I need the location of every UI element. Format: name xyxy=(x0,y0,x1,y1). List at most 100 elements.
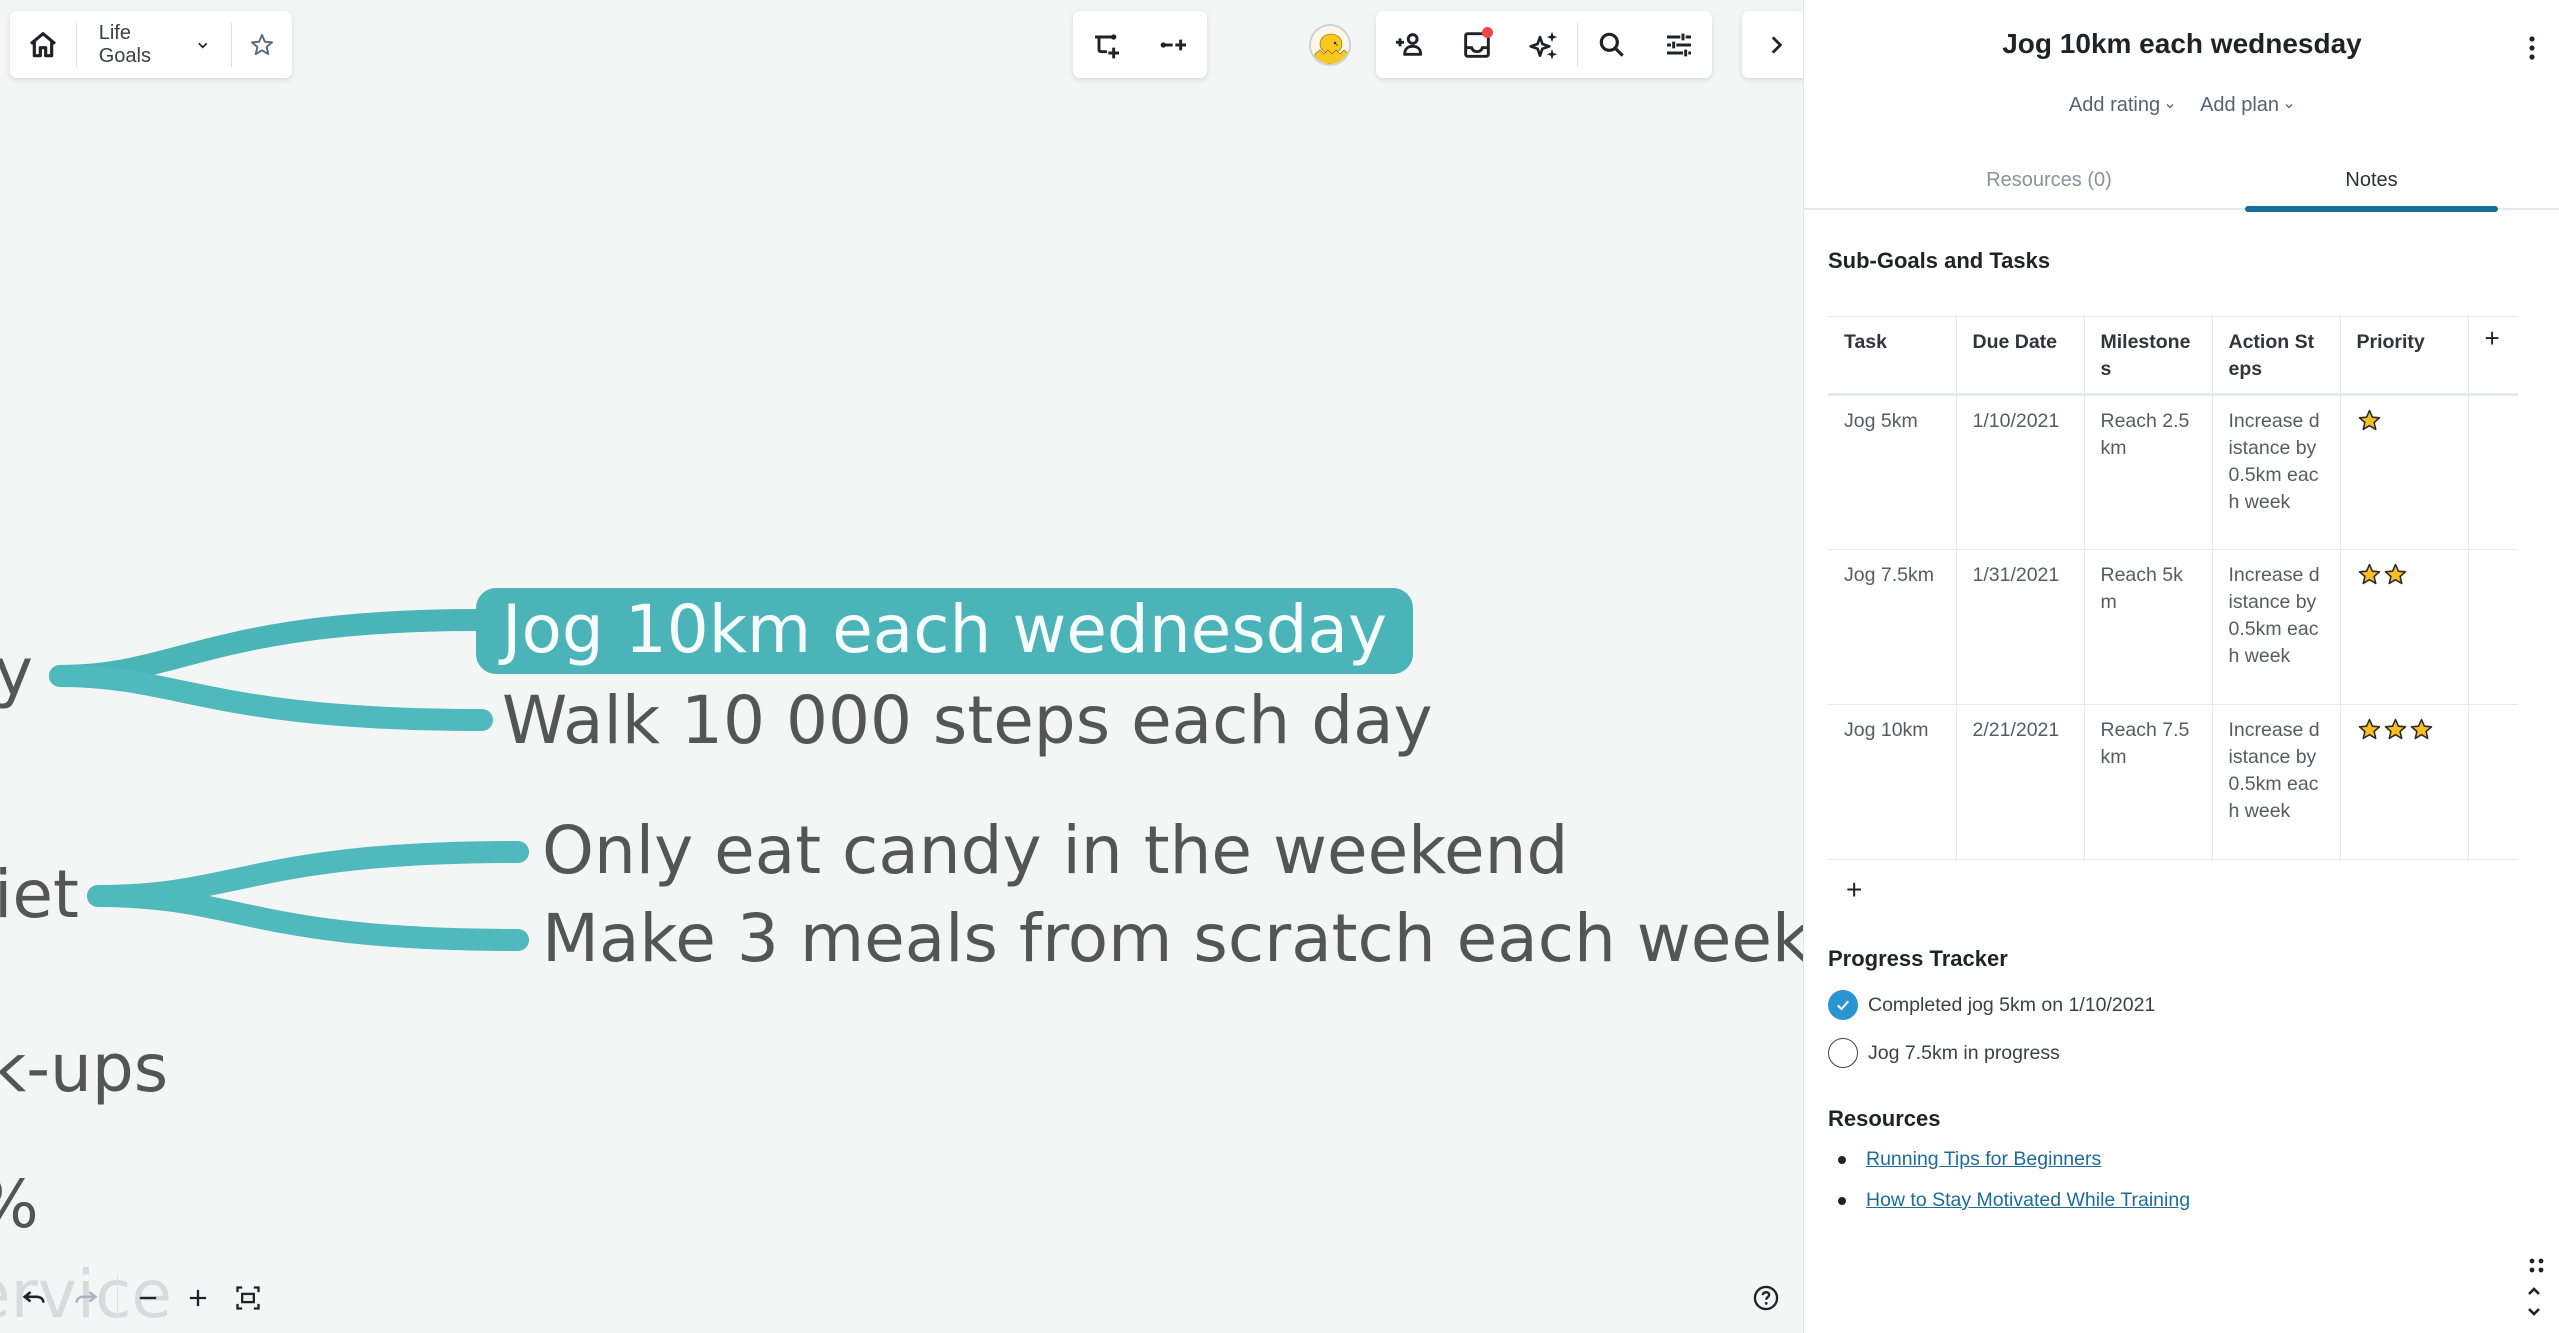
priority-star-icon xyxy=(2358,563,2380,585)
add-child-node-button[interactable] xyxy=(1073,11,1140,78)
panel-actions: Add rating Add plan xyxy=(1804,94,2559,117)
header-task[interactable]: Task xyxy=(1828,316,1957,395)
map-title: Life Goals xyxy=(98,21,151,67)
link-walk xyxy=(49,665,493,731)
settings-button[interactable] xyxy=(1645,11,1712,78)
priority-star-icon xyxy=(2358,409,2380,431)
sliders-icon xyxy=(1666,33,1691,56)
cell-due-date[interactable]: 1/31/2021 xyxy=(1955,549,2085,705)
header-milestones[interactable]: Milestones xyxy=(2083,316,2213,395)
link-meals xyxy=(87,885,529,951)
header-due-date[interactable]: Due Date xyxy=(1955,316,2085,395)
drag-handle-icon[interactable] xyxy=(2527,1256,2547,1276)
cell-milestone[interactable]: Reach 2.5km xyxy=(2083,394,2213,550)
cell-priority[interactable] xyxy=(2339,704,2469,860)
tab-resources[interactable]: Resources (0) xyxy=(1904,150,2194,210)
table-row: Jog 10km 2/21/2021 Reach 7.5km Increase … xyxy=(1828,704,2518,860)
node-parent-activity[interactable]: y xyxy=(0,640,33,706)
priority-star-icon xyxy=(2384,718,2406,740)
tab-notes[interactable]: Notes xyxy=(2245,150,2498,212)
node-details-panel: Jog 10km each wednesday Add rating Add p… xyxy=(1803,0,2559,1333)
resource-link[interactable]: How to Stay Motivated While Training xyxy=(1866,1189,2190,1212)
progress-heading: Progress Tracker xyxy=(1828,946,2008,971)
progress-item-label: Completed jog 5km on 1/10/2021 xyxy=(1868,993,2156,1016)
home-button[interactable] xyxy=(10,11,76,78)
main-toolbar xyxy=(1376,11,1712,78)
fit-screen-button[interactable] xyxy=(226,1276,270,1320)
panel-menu-button[interactable] xyxy=(2517,30,2547,66)
node-partial-checkups[interactable]: k-ups xyxy=(0,1036,168,1102)
resource-link[interactable]: Running Tips for Beginners xyxy=(1866,1148,2101,1171)
cell-milestone[interactable]: Reach 7.5km xyxy=(2083,704,2213,860)
map-toolbar: Life Goals xyxy=(10,11,292,78)
help-circle-icon xyxy=(1753,1285,1779,1311)
redo-button[interactable] xyxy=(64,1276,108,1320)
bullet-icon xyxy=(1838,1196,1846,1205)
undo-button[interactable] xyxy=(12,1276,56,1320)
node-partial-percent[interactable]: % xyxy=(0,1172,39,1238)
zoom-in-button[interactable] xyxy=(176,1276,220,1320)
collapse-panel-button[interactable] xyxy=(1742,11,1809,78)
add-row-button[interactable]: + xyxy=(1846,874,1874,906)
check-icon xyxy=(1837,1000,1849,1011)
cell-action-steps[interactable]: Increase distance by 0.5km each week xyxy=(2211,394,2341,550)
resources-heading: Resources xyxy=(1828,1106,1941,1131)
header-action-steps[interactable]: Action Steps xyxy=(2211,316,2341,395)
add-plan-dropdown[interactable]: Add plan xyxy=(2200,94,2295,117)
notes-editor[interactable]: Sub-Goals and Tasks Task Due Date Milest… xyxy=(1828,248,2528,1230)
add-sibling-node-button[interactable] xyxy=(1140,11,1207,78)
cell-task[interactable]: Jog 10km xyxy=(1828,704,1957,860)
inbox-button[interactable] xyxy=(1443,11,1510,78)
sparkles-icon xyxy=(1528,31,1557,60)
subgoals-table: Task Due Date Milestones Action Steps Pr… xyxy=(1828,316,2518,860)
plus-icon xyxy=(189,1289,207,1307)
resources-list: Running Tips for Beginners How to Stay M… xyxy=(1828,1148,2528,1212)
minus-icon xyxy=(139,1296,157,1300)
cell-task[interactable]: Jog 5km xyxy=(1828,394,1957,550)
node-only-candy-weekend[interactable]: Only eat candy in the weekend xyxy=(542,818,1568,884)
help-button[interactable] xyxy=(1744,1276,1788,1320)
progress-item-label: Jog 7.5km in progress xyxy=(1868,1041,2060,1064)
user-avatar[interactable] xyxy=(1309,24,1351,66)
ai-assistant-button[interactable] xyxy=(1510,11,1577,78)
cell-action-steps[interactable]: Increase distance by 0.5km each week xyxy=(2211,549,2341,705)
progress-item: Completed jog 5km on 1/10/2021 xyxy=(1828,990,2528,1020)
bottom-divider xyxy=(117,1274,118,1318)
cell-due-date[interactable]: 1/10/2021 xyxy=(1955,394,2085,550)
add-rating-dropdown[interactable]: Add rating xyxy=(2069,94,2176,117)
zoom-out-button[interactable] xyxy=(126,1276,170,1320)
add-child-node-icon xyxy=(1094,33,1119,58)
cell-due-date[interactable]: 2/21/2021 xyxy=(1955,704,2085,860)
cell-task[interactable]: Jog 7.5km xyxy=(1828,549,1957,705)
cell-empty[interactable] xyxy=(2467,704,2518,860)
cell-empty[interactable] xyxy=(2467,549,2518,705)
progress-item: Jog 7.5km in progress xyxy=(1828,1038,2528,1068)
cell-priority[interactable] xyxy=(2339,549,2469,705)
cell-empty[interactable] xyxy=(2467,394,2518,550)
star-outline-icon xyxy=(250,33,274,55)
add-plan-label: Add plan xyxy=(2200,94,2280,116)
map-title-dropdown[interactable]: Life Goals xyxy=(77,11,231,78)
chevron-down-icon xyxy=(2166,103,2174,108)
priority-star-icon xyxy=(2410,718,2432,740)
checkbox-unchecked[interactable] xyxy=(1828,1038,1858,1068)
subgoals-heading: Sub-Goals and Tasks xyxy=(1828,248,2051,273)
node-make-3-meals[interactable]: Make 3 meals from scratch each week xyxy=(542,906,1803,972)
mindmap-canvas[interactable]: y Jog 10km each wednesday Walk 10 000 st… xyxy=(0,0,1803,1333)
checkbox-checked[interactable] xyxy=(1828,990,1858,1020)
favorite-button[interactable] xyxy=(232,11,292,78)
node-toolbar xyxy=(1073,11,1207,78)
node-jog-10km-selected[interactable]: Jog 10km each wednesday xyxy=(476,588,1414,674)
invite-user-button[interactable] xyxy=(1376,11,1443,78)
cell-priority[interactable] xyxy=(2339,394,2469,550)
header-priority[interactable]: Priority xyxy=(2339,316,2469,395)
cell-action-steps[interactable]: Increase distance by 0.5km each week xyxy=(2211,704,2341,860)
panel-toggle-toolbar xyxy=(1742,11,1812,78)
search-button[interactable] xyxy=(1578,11,1645,78)
node-parent-diet[interactable]: iet xyxy=(0,862,79,928)
scroll-up-down-icon[interactable] xyxy=(2525,1282,2543,1322)
cell-milestone[interactable]: Reach 5km xyxy=(2083,549,2213,705)
node-walk-steps[interactable]: Walk 10 000 steps each day xyxy=(502,688,1433,754)
add-column-button[interactable]: + xyxy=(2467,316,2518,395)
panel-tabs: Resources (0) Notes xyxy=(1804,150,2559,212)
